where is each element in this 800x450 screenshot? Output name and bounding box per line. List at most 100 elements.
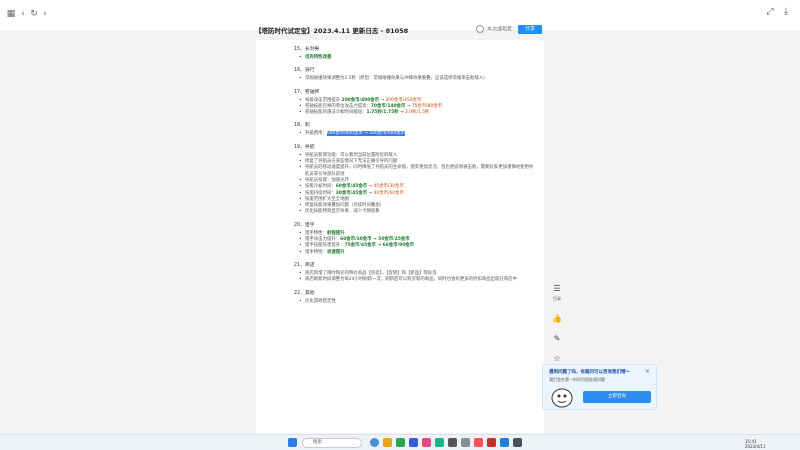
section-list: 导航员新增功能：可以看到当前位置附近的敌人修复了导航员在某些情况下无法正确引导的… [294, 153, 534, 216]
list-item: 商店刷新时间调整为每24小时刷新一次，刷新后可以购买新的商品，同时也会有更多的折… [299, 277, 534, 284]
doc-section: 20、猎手猎手特性：射程提升猎手攻击力提升：60金币/30金币 → 50金币/2… [294, 220, 534, 256]
text-segment: 卷轴技能召唤的单位攻击力提高： [305, 103, 371, 109]
section-list: 优化游戏稳定性 [294, 298, 534, 306]
section-heading: 15、长剑男 [294, 47, 320, 52]
doc-section: 19、导航导航员新增功能：可以看到当前位置附近的敌人修复了导航员在某些情况下无法… [294, 142, 534, 216]
doc-title: 【塔防时代试定宝】2023.4.11 更新日志 - 81058 [255, 27, 409, 35]
section-heading: 18、刺 [294, 123, 310, 129]
text-segment: 猎手特性： [305, 230, 327, 236]
doc-section: 22、其他优化游戏稳定性 [294, 288, 534, 306]
text-segment: 修复了导航员在某些情况下无法正确引导的问题 [305, 159, 398, 165]
app-icon[interactable] [474, 438, 483, 447]
doc-section: 15、长剑男坦克特性改善 [294, 44, 534, 62]
text-segment: 商店刷新时间调整为每24小时刷新一次，刷新后可以购买新的商品，同时也会有更多的折… [305, 277, 517, 283]
text-segment: 1.75秒/1.75秒 [366, 110, 399, 116]
section-list: 每级攻击范围提升 200金币/400金币 → 300金币/450金币卷轴技能召唤… [294, 98, 534, 117]
consult-button[interactable]: 立即咨询 [583, 391, 651, 403]
text-segment: 75金币/45金币 → 66金币/90金币 [344, 243, 415, 249]
app-icon[interactable] [409, 438, 418, 447]
list-item: 常规碰撞效果调整为2.5秒（原因：常规碰撞效果与冲锋效果重叠，应该选择常规来击败… [299, 76, 534, 83]
close-icon[interactable]: × [645, 368, 650, 375]
section-heading: 21、商店 [294, 262, 315, 268]
text-segment: 猎手特性： [305, 249, 327, 255]
list-item: 优化游戏稳定性 [299, 298, 534, 306]
store-icon[interactable] [396, 438, 405, 447]
text-segment: 修复技能效果叠加问题（持续时间叠加） [305, 203, 385, 209]
text-segment: 优化技能特效显示效果，减少卡顿现象 [305, 209, 380, 215]
section-heading: 20、猎手 [294, 222, 315, 228]
minimize-icon[interactable]: ⤢ [764, 6, 776, 18]
text-segment: 优化游戏稳定性 [305, 298, 336, 304]
date[interactable]: 2023/4/11 [745, 444, 766, 449]
collaborator-info[interactable]: 本次编辑者：1 [476, 25, 520, 33]
text-segment: 2.0秒/1.5秒 [405, 110, 430, 116]
list-item: 导航员的移动速度提升，同时降低了导航员的生命值，使其更加灵活，但也更容易被击败，… [299, 165, 534, 178]
section-heading: 17、卷轴师 [294, 89, 320, 95]
text-segment: 技能范围扩大至全地图 [305, 196, 349, 202]
document-content: 15、长剑男坦克特性改善 16、骑行常规碰撞效果调整为2.5秒（原因：常规碰撞效果… [294, 40, 534, 305]
popup-title: 遇到问题了吗，有疑问可以咨询我们哦～ [549, 370, 630, 375]
text-segment: 商店新增了限时购买的特价商品【热卖】，【促销】和【新品】等标签 [305, 270, 437, 276]
text-segment: 600金币/600金币 → 500金币/600金币 [326, 131, 406, 137]
text-segment: 200金币/400金币 [341, 97, 380, 103]
doc-section: 21、商店商店新增了限时购买的特价商品【热卖】，【促销】和【新品】等标签商店刷新… [294, 260, 534, 284]
section-heading: 22、其他 [294, 290, 315, 296]
doc-section: 18、刺升级费用：600金币/600金币 → 500金币/600金币 [294, 120, 534, 138]
refresh-icon[interactable]: ↻ [29, 9, 39, 19]
share-button[interactable]: 分享 [518, 25, 542, 34]
text-segment: 猎手技能伤害提升： [305, 243, 345, 249]
text-segment: 60金币/30金币 → 50金币/25金币 [340, 237, 410, 243]
text-segment: 射程提升 [326, 230, 345, 236]
download-icon[interactable]: ⤓ [780, 6, 792, 18]
section-heading: 19、导航 [294, 144, 315, 150]
section-list: 猎手特性：射程提升猎手攻击力提升：60金币/30金币 → 50金币/25金币猎手… [294, 231, 534, 256]
browser-icon[interactable] [370, 438, 379, 447]
text-segment: 70金币/140金币 [370, 103, 406, 109]
mascot-icon [551, 388, 573, 408]
app-icon[interactable] [461, 438, 470, 447]
text-segment: 攻速提升 [326, 249, 345, 255]
list-item: 卷轴技能的施法冷却时间缩短：1.75秒/1.75秒 → 2.0秒/1.5秒 [299, 110, 534, 117]
list-item: 猎手特性：攻速提升 [299, 249, 534, 257]
text-segment: 每级攻击范围提升 [305, 97, 342, 103]
list-item: 优化技能特效显示效果，减少卡顿现象 [299, 209, 534, 216]
grid-icon[interactable]: ▦ [6, 9, 16, 19]
popup-subtitle: 我们会在第一时间为您处理问题 [549, 377, 605, 382]
text-segment: 技能冷却时间： [305, 184, 336, 190]
folder-icon[interactable] [383, 438, 392, 447]
app-icon[interactable] [513, 438, 522, 447]
app-icon[interactable] [422, 438, 431, 447]
section-list: 坦克特性改善 [294, 55, 534, 62]
text-segment: 40金币/60金币 [373, 190, 404, 196]
text-segment: 升级费用： [305, 131, 327, 137]
taskbar: 搜索 15:41 2023/4/11 [0, 434, 800, 450]
list-item: 坦克特性改善 [299, 55, 534, 62]
like-icon[interactable]: 👍 [551, 313, 563, 325]
text-segment: 30金币/45金币 [335, 190, 368, 196]
app-icon[interactable] [487, 438, 496, 447]
section-list: 常规碰撞效果调整为2.5秒（原因：常规碰撞效果与冲锋效果重叠，应该选择常规来击败… [294, 76, 534, 83]
forward-icon[interactable]: › [40, 9, 50, 19]
search-input[interactable]: 搜索 [302, 438, 362, 448]
text-segment: 75金币/80金币 [411, 103, 443, 109]
text-segment: 45金币/30金币 [373, 184, 404, 190]
back-icon[interactable]: ‹ [18, 9, 28, 19]
doc-section: 17、卷轴师每级攻击范围提升 200金币/400金币 → 300金币/450金币… [294, 87, 534, 117]
outline-icon[interactable]: ☰ [551, 283, 563, 295]
app-icon[interactable] [500, 438, 509, 447]
list-item: 升级费用：600金币/600金币 → 500金币/600金币 [299, 131, 534, 138]
section-list: 商店新增了限时购买的特价商品【热卖】，【促销】和【新品】等标签商店刷新时间调整为… [294, 271, 534, 284]
document-page: 15、长剑男坦克特性改善 16、骑行常规碰撞效果调整为2.5秒（原因：常规碰撞效果… [256, 40, 544, 433]
steam-icon[interactable] [448, 438, 457, 447]
text-segment: 导航员技能：加速光环 [305, 177, 349, 183]
support-popup: 遇到问题了吗，有疑问可以咨询我们哦～ 我们会在第一时间为您处理问题 × 立即咨询 [542, 364, 657, 410]
start-icon[interactable] [288, 438, 297, 447]
text-segment: 导航员的移动速度提升，同时降低了导航员的生命值，使其更加灵活，但也更容易被击败，… [305, 165, 534, 177]
section-list: 升级费用：600金币/600金币 → 500金币/600金币 [294, 131, 534, 138]
chat-icon[interactable] [435, 438, 444, 447]
text-segment: 坦克特性改善 [305, 55, 332, 60]
text-segment: 卷轴技能的施法冷却时间缩短： [305, 110, 367, 116]
text-segment: 技能持续时间： [305, 190, 336, 196]
comment-icon[interactable]: ✎ [551, 333, 563, 345]
doc-section: 16、骑行常规碰撞效果调整为2.5秒（原因：常规碰撞效果与冲锋效果重叠，应该选择… [294, 65, 534, 83]
